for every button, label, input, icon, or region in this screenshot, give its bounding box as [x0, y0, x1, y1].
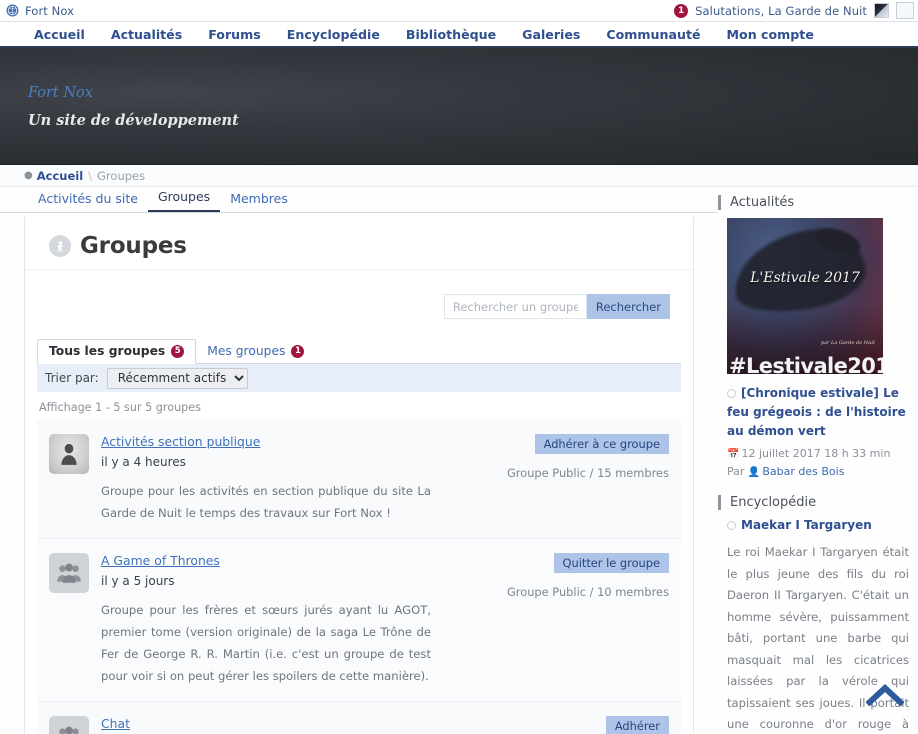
breadcrumb-separator: \	[88, 168, 93, 183]
admin-bar-site-name: Fort Nox	[25, 3, 75, 18]
page-title: Groupes	[80, 233, 187, 259]
avatar[interactable]	[874, 3, 889, 18]
join-group-button[interactable]: Adhérer à ce groupe	[534, 434, 669, 454]
join-group-button[interactable]: Adhérer	[605, 716, 669, 734]
tab-activites-du-site[interactable]: Activités du site	[28, 191, 148, 212]
news-article-title: [Chronique estivale] Le feu grégeois : d…	[727, 386, 906, 438]
site-hero-banner: Fort Nox Un site de développement	[0, 48, 918, 165]
news-thumbnail-credit: par La Garde de Nuit	[820, 340, 875, 346]
news-author-prefix: Par	[727, 465, 745, 478]
widget-title-actualites: Actualités	[718, 195, 918, 210]
user-icon: 👤	[747, 467, 761, 478]
group-info: Activités section publique il y a 4 heur…	[101, 434, 509, 524]
tab-tous-les-groupes-label: Tous les groupes	[49, 344, 166, 358]
breadcrumb: ● Accueil \ Groupes	[0, 165, 918, 187]
group-avatar-icon[interactable]	[49, 434, 89, 474]
page-body: Activités du site Groupes Membres Groupe…	[0, 187, 918, 734]
breadcrumb-current: Groupes	[97, 168, 146, 183]
group-name-link[interactable]: Chat	[101, 716, 130, 731]
nav-item-forums[interactable]: Forums	[195, 27, 274, 42]
chevron-up-icon[interactable]	[865, 682, 905, 712]
group-search-form: Rechercher	[25, 270, 693, 319]
admin-bar-extra-box[interactable]	[896, 2, 914, 19]
groups-icon	[49, 235, 71, 257]
group-last-active: il y a 5 jours	[101, 574, 175, 588]
sort-bar: Trier par: Récemment actifs	[37, 364, 681, 392]
group-info: A Game of Thrones il y a 5 jours Groupe …	[101, 553, 509, 687]
group-name-link[interactable]: Activités section publique	[101, 434, 260, 449]
notification-badge[interactable]: 1	[674, 3, 689, 18]
groups-card: Groupes Rechercher Tous les groupes 5 Me…	[24, 217, 694, 734]
group-meta: Groupe Public / 10 membres	[506, 585, 669, 599]
groups-header: Groupes	[25, 217, 693, 270]
news-article-date: 12 juillet 2017 18 h 33 min	[741, 447, 891, 460]
group-description: Groupe pour les frères et sœurs jurés ay…	[101, 603, 431, 683]
bullet-icon	[727, 389, 736, 398]
admin-bar-account[interactable]: 1 Salutations, La Garde de Nuit	[674, 2, 916, 19]
group-actions: Quitter le groupe Groupe Public / 10 mem…	[506, 553, 669, 687]
news-article-meta: 📅 12 juillet 2017 18 h 33 min Par 👤 Babar …	[727, 445, 909, 481]
breadcrumb-home-link[interactable]: Accueil	[37, 169, 83, 183]
encyclopedia-entry-link[interactable]: Maekar I Targaryen	[727, 518, 909, 532]
nav-item-communaute[interactable]: Communauté	[593, 27, 713, 42]
group-info: Chat il y a un mois Groupe »chat » de la…	[101, 716, 509, 734]
encyclopedia-entry-title: Maekar I Targaryen	[741, 518, 872, 532]
news-thumbnail[interactable]: L'Estivale 2017 par La Garde de Nuit #Le…	[727, 218, 883, 374]
group-list-item[interactable]: Chat il y a un mois Groupe »chat » de la…	[37, 702, 681, 734]
bullet-icon	[727, 521, 736, 530]
group-meta: Groupe Public / 15 membres	[506, 466, 669, 480]
admin-bar-site[interactable]: Fort Nox	[6, 4, 74, 18]
news-thumbnail-script: L'Estivale 2017	[750, 270, 860, 286]
tab-membres[interactable]: Membres	[220, 191, 298, 212]
group-actions: Adhérer Groupe Privé / 3 membres	[509, 716, 669, 734]
news-thumbnail-hashtag: #Lestivale2017	[729, 354, 883, 374]
nav-item-accueil[interactable]: Accueil	[28, 27, 98, 42]
community-tabs: Activités du site Groupes Membres	[0, 187, 718, 213]
widget-title-encyclopedie: Encyclopédie	[718, 495, 918, 510]
group-name-link[interactable]: A Game of Thrones	[101, 553, 220, 568]
calendar-icon: 📅	[727, 449, 740, 460]
group-description: Groupe pour les activités en section pub…	[101, 484, 431, 520]
nav-item-actualites[interactable]: Actualités	[98, 27, 195, 42]
admin-bar: Fort Nox 1 Salutations, La Garde de Nuit	[0, 0, 918, 22]
sort-select[interactable]: Récemment actifs	[106, 367, 248, 389]
tab-mes-groupes[interactable]: Mes groupes 1	[196, 344, 315, 363]
group-actions: Adhérer à ce groupe Groupe Public / 15 m…	[506, 434, 669, 524]
wordpress-logo-icon	[6, 4, 19, 17]
tab-mes-groupes-label: Mes groupes	[207, 344, 286, 358]
group-last-active: il y a 4 heures	[101, 455, 186, 469]
content-column: Activités du site Groupes Membres Groupe…	[0, 187, 718, 734]
results-count: Affichage 1 - 5 sur 5 groupes	[39, 401, 201, 414]
news-author-link[interactable]: Babar des Bois	[762, 465, 844, 478]
nav-item-galeries[interactable]: Galeries	[509, 27, 593, 42]
groups-list: Activités section publique il y a 4 heur…	[37, 420, 681, 734]
group-avatar-icon[interactable]	[49, 716, 89, 734]
sort-label: Trier par:	[45, 371, 99, 385]
widget-actualites: Actualités L'Estivale 2017 par La Garde …	[718, 195, 918, 481]
group-filter-tabs: Tous les groupes 5 Mes groupes 1	[37, 339, 681, 364]
search-input[interactable]	[443, 294, 587, 319]
location-pin-icon: ●	[24, 170, 33, 181]
group-list-item[interactable]: A Game of Thrones il y a 5 jours Groupe …	[37, 539, 681, 702]
admin-bar-greeting[interactable]: Salutations, La Garde de Nuit	[695, 4, 867, 18]
search-button[interactable]: Rechercher	[586, 294, 670, 319]
nav-item-bibliotheque[interactable]: Bibliothèque	[393, 27, 509, 42]
group-avatar-icon[interactable]	[49, 553, 89, 593]
site-title[interactable]: Fort Nox	[28, 85, 93, 101]
main-navigation: Accueil Actualités Forums Encyclopédie B…	[0, 22, 918, 48]
sidebar: Actualités L'Estivale 2017 par La Garde …	[718, 187, 918, 734]
nav-item-mon-compte[interactable]: Mon compte	[714, 27, 827, 42]
tab-tous-les-groupes-count: 5	[171, 344, 185, 358]
leave-group-button[interactable]: Quitter le groupe	[553, 553, 669, 573]
tab-mes-groupes-count: 1	[291, 344, 305, 358]
nav-item-encyclopedie[interactable]: Encyclopédie	[274, 27, 393, 42]
group-list-item[interactable]: Activités section publique il y a 4 heur…	[37, 420, 681, 539]
tab-groupes[interactable]: Groupes	[147, 189, 221, 212]
news-article-link[interactable]: [Chronique estivale] Le feu grégeois : d…	[727, 384, 909, 441]
tab-tous-les-groupes[interactable]: Tous les groupes 5	[37, 339, 197, 364]
site-tagline: Un site de développement	[28, 112, 239, 129]
